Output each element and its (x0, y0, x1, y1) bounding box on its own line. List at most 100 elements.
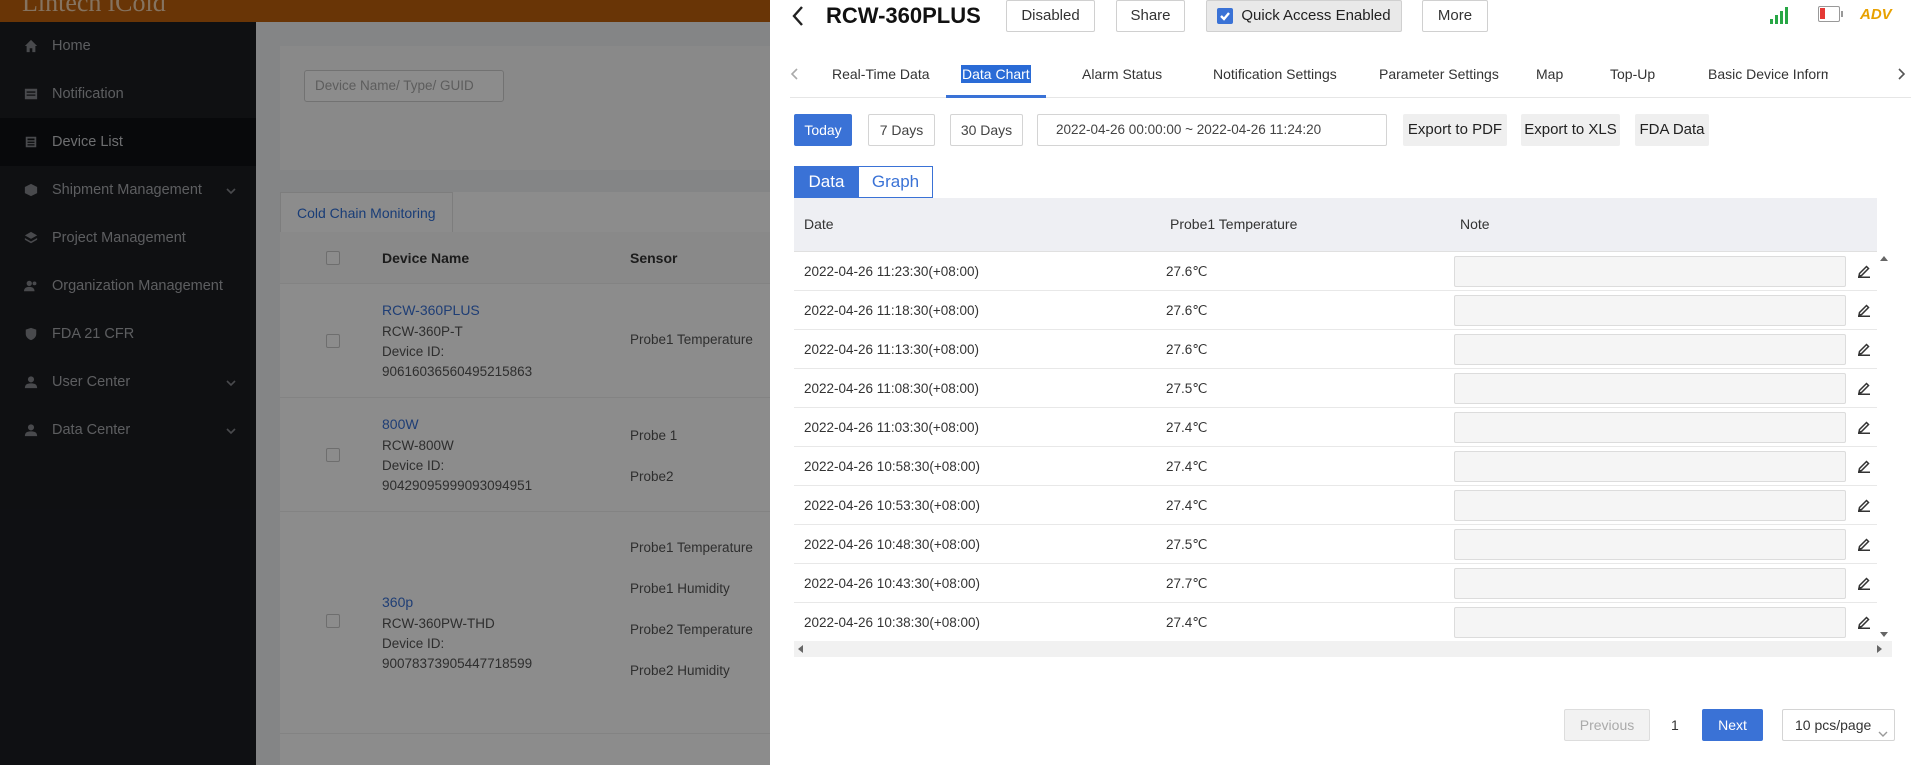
signal-icon (1770, 6, 1788, 24)
reading-date: 2022-04-26 10:48:30(+08:00) (804, 537, 981, 552)
edit-pencil-icon[interactable] (1857, 537, 1871, 551)
table-row: 2022-04-26 10:53:30(+08:00) 27.4℃ (794, 486, 1877, 525)
table-row: 2022-04-26 11:23:30(+08:00) 27.6℃ (794, 252, 1877, 291)
tab-map[interactable]: Map (1536, 66, 1563, 82)
readings-table: Date Probe1 Temperature Note 2022-04-26 … (794, 198, 1892, 658)
page-size-value: 10 pcs/page (1795, 717, 1872, 733)
edit-pencil-icon[interactable] (1857, 264, 1871, 278)
reading-temperature: 27.4℃ (1166, 459, 1208, 474)
reading-temperature: 27.6℃ (1166, 303, 1208, 318)
export-xls-button[interactable]: Export to XLS (1521, 114, 1620, 146)
view-graph-toggle[interactable]: Graph (858, 166, 933, 198)
battery-low-icon (1818, 6, 1843, 22)
reading-date: 2022-04-26 10:53:30(+08:00) (804, 498, 981, 513)
note-input[interactable] (1454, 295, 1846, 326)
drawer-title: RCW-360PLUS (826, 3, 981, 28)
next-page-button[interactable]: Next (1702, 709, 1763, 741)
table-row: 2022-04-26 11:08:30(+08:00) 27.5℃ (794, 369, 1877, 408)
fda-data-button[interactable]: FDA Data (1635, 114, 1709, 146)
scroll-right-arrow-icon[interactable] (1877, 645, 1882, 653)
reading-temperature: 27.5℃ (1166, 381, 1208, 396)
edit-pencil-icon[interactable] (1857, 303, 1871, 317)
page-size-select[interactable]: 10 pcs/page (1782, 709, 1895, 741)
edit-pencil-icon[interactable] (1857, 459, 1871, 473)
checkbox-checked-icon (1217, 8, 1234, 24)
tab-parameter-settings[interactable]: Parameter Settings (1379, 66, 1499, 82)
chevron-right-icon[interactable] (1896, 66, 1906, 82)
table-row: 2022-04-26 10:58:30(+08:00) 27.4℃ (794, 447, 1877, 486)
current-page-number[interactable]: 1 (1671, 709, 1679, 741)
vertical-scrollbar[interactable] (1877, 252, 1892, 641)
reading-date: 2022-04-26 11:18:30(+08:00) (804, 303, 980, 318)
export-pdf-button[interactable]: Export to PDF (1403, 114, 1507, 146)
range-today-button[interactable]: Today (794, 114, 852, 146)
note-input[interactable] (1454, 529, 1846, 560)
quick-access-label: Quick Access Enabled (1241, 7, 1391, 24)
adv-badge: ADV (1860, 6, 1892, 23)
reading-date: 2022-04-26 10:43:30(+08:00) (804, 576, 981, 591)
chevron-down-icon (1878, 719, 1888, 737)
tab-top-up[interactable]: Top-Up (1610, 66, 1655, 82)
scroll-down-arrow-icon[interactable] (1880, 632, 1888, 637)
edit-pencil-icon[interactable] (1857, 381, 1871, 395)
edit-pencil-icon[interactable] (1857, 576, 1871, 590)
note-input[interactable] (1454, 373, 1846, 404)
note-input[interactable] (1454, 607, 1846, 638)
range-30-days-button[interactable]: 30 Days (950, 114, 1023, 146)
reading-date: 2022-04-26 11:08:30(+08:00) (804, 381, 980, 396)
detail-tabs: Real-Time Data Data Chart Alarm Status N… (790, 62, 1911, 98)
table-row: 2022-04-26 11:13:30(+08:00) 27.6℃ (794, 330, 1877, 369)
tab-basic-device-information[interactable]: Basic Device Inform (1708, 66, 1828, 82)
note-input[interactable] (1454, 451, 1846, 482)
reading-date: 2022-04-26 11:13:30(+08:00) (804, 342, 980, 357)
scroll-left-arrow-icon[interactable] (798, 645, 803, 653)
reading-date: 2022-04-26 11:23:30(+08:00) (804, 264, 980, 279)
view-data-toggle[interactable]: Data (794, 166, 859, 198)
tab-alarm-status[interactable]: Alarm Status (1082, 66, 1162, 82)
reading-temperature: 27.4℃ (1166, 615, 1208, 630)
tab-notification-settings[interactable]: Notification Settings (1213, 66, 1337, 82)
note-input[interactable] (1454, 334, 1846, 365)
reading-date: 2022-04-26 11:03:30(+08:00) (804, 420, 980, 435)
reading-date: 2022-04-26 10:58:30(+08:00) (804, 459, 981, 474)
edit-pencil-icon[interactable] (1857, 498, 1871, 512)
table-row: 2022-04-26 10:43:30(+08:00) 27.7℃ (794, 564, 1877, 603)
date-range-picker[interactable]: 2022-04-26 00:00:00 ~ 2022-04-26 11:24:2… (1037, 114, 1387, 146)
note-input[interactable] (1454, 490, 1846, 521)
tab-data-chart[interactable]: Data Chart (961, 65, 1031, 83)
reading-temperature: 27.6℃ (1166, 342, 1208, 357)
previous-page-button[interactable]: Previous (1564, 709, 1650, 741)
chevron-left-icon[interactable] (790, 66, 800, 82)
table-row: 2022-04-26 10:48:30(+08:00) 27.5℃ (794, 525, 1877, 564)
edit-pencil-icon[interactable] (1857, 615, 1871, 629)
table-row: 2022-04-26 11:03:30(+08:00) 27.4℃ (794, 408, 1877, 447)
reading-temperature: 27.4℃ (1166, 498, 1208, 513)
readings-table-header: Date Probe1 Temperature Note (794, 198, 1877, 252)
table-row: 2022-04-26 11:18:30(+08:00) 27.6℃ (794, 291, 1877, 330)
quick-access-toggle[interactable]: Quick Access Enabled (1206, 0, 1402, 32)
disabled-button[interactable]: Disabled (1006, 0, 1095, 32)
note-input[interactable] (1454, 412, 1846, 443)
scroll-up-arrow-icon[interactable] (1880, 256, 1888, 261)
note-input[interactable] (1454, 256, 1846, 287)
edit-pencil-icon[interactable] (1857, 420, 1871, 434)
note-input[interactable] (1454, 568, 1846, 599)
edit-pencil-icon[interactable] (1857, 342, 1871, 356)
more-button[interactable]: More (1422, 0, 1488, 32)
reading-temperature: 27.7℃ (1166, 576, 1208, 591)
horizontal-scrollbar[interactable] (794, 641, 1892, 657)
reading-temperature: 27.5℃ (1166, 537, 1208, 552)
back-arrow-icon[interactable] (790, 4, 806, 28)
reading-temperature: 27.4℃ (1166, 420, 1208, 435)
modal-backdrop[interactable] (0, 0, 770, 765)
table-row: 2022-04-26 10:38:30(+08:00) 27.4℃ (794, 603, 1877, 642)
device-detail-drawer: RCW-360PLUS Disabled Share Quick Access … (770, 0, 1911, 765)
column-header-date: Date (804, 216, 834, 232)
reading-temperature: 27.6℃ (1166, 264, 1208, 279)
range-7-days-button[interactable]: 7 Days (868, 114, 935, 146)
share-button[interactable]: Share (1116, 0, 1185, 32)
tab-real-time-data[interactable]: Real-Time Data (832, 66, 930, 82)
reading-date: 2022-04-26 10:38:30(+08:00) (804, 615, 981, 630)
active-tab-indicator (946, 95, 1046, 98)
column-header-probe1-temperature: Probe1 Temperature (1170, 216, 1298, 232)
